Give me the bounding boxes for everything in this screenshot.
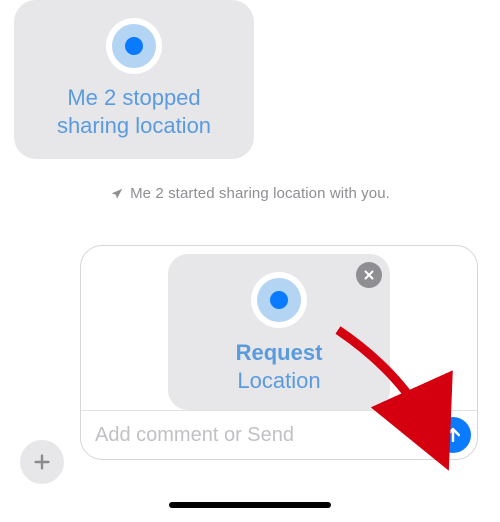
compose-input[interactable]: Add comment or Send (95, 424, 427, 447)
compose-card: Request Location Add comment or Send (80, 245, 478, 460)
attachment-subtitle: Location (237, 368, 320, 394)
system-status-line: Me 2 started sharing location with you. (0, 185, 500, 202)
request-location-attachment[interactable]: Request Location (168, 254, 390, 410)
location-dot-icon (106, 18, 162, 74)
incoming-message-bubble[interactable]: Me 2 stopped sharing location (14, 0, 254, 159)
plus-icon (31, 451, 53, 473)
location-arrow-icon (110, 187, 124, 201)
add-button[interactable] (20, 440, 64, 484)
compose-input-row: Add comment or Send (81, 410, 477, 459)
attachment-area: Request Location (81, 246, 477, 410)
system-status-text: Me 2 started sharing location with you. (130, 185, 390, 202)
attachment-title: Request (236, 340, 323, 366)
home-indicator (169, 502, 331, 508)
arrow-up-icon (443, 425, 463, 445)
remove-attachment-button[interactable] (356, 262, 382, 288)
close-icon (362, 268, 376, 282)
incoming-message-text: Me 2 stopped sharing location (42, 84, 226, 139)
location-dot-icon (251, 272, 307, 328)
send-button[interactable] (435, 417, 471, 453)
